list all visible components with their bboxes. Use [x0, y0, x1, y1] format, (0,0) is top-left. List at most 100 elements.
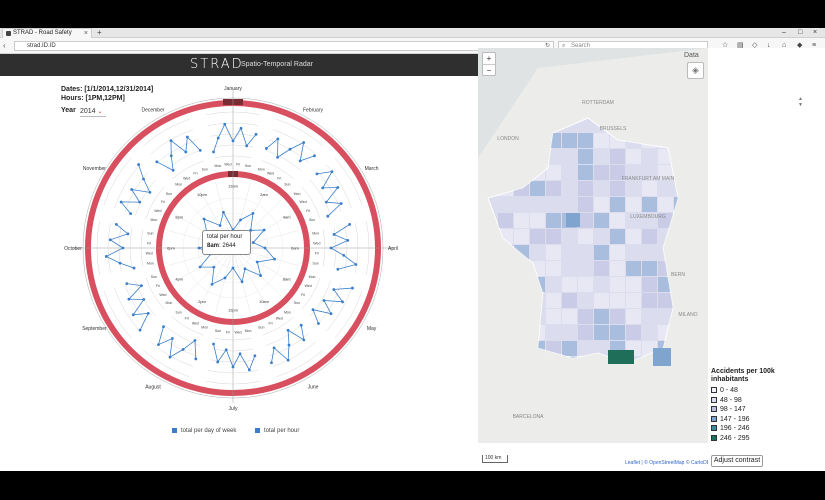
hour-point	[239, 218, 242, 222]
weekday-point	[169, 154, 173, 158]
hour-label: 4am	[283, 215, 291, 220]
weekday-point	[162, 325, 165, 329]
department-region	[578, 341, 593, 356]
weekday-point	[336, 186, 340, 189]
weekday-label: Fri	[306, 209, 310, 213]
department-region	[578, 309, 593, 324]
weekday-label: Mon	[147, 262, 154, 266]
department-region	[594, 245, 609, 260]
weekday-label: Mon	[312, 231, 319, 235]
weekday-label: Mon	[175, 182, 182, 186]
minimize-icon[interactable]: –	[782, 28, 786, 37]
department-region	[642, 149, 657, 164]
city-label: LONDON	[497, 136, 519, 142]
department-region	[626, 149, 641, 164]
hour-spoke	[215, 247, 234, 314]
weekday-point	[245, 144, 249, 148]
hour-point	[197, 246, 201, 250]
weekday-point	[181, 348, 185, 351]
department-region	[594, 165, 609, 180]
weekday-point	[126, 232, 130, 236]
url-field[interactable]: strad.ID.ID	[14, 41, 554, 51]
map-canvas[interactable]: LONDON ROTTERDAM BRUSSELS FRANKFURT AM MAIN…	[478, 48, 708, 443]
weekday-point	[326, 214, 330, 218]
sector-gridline	[310, 179, 331, 216]
hour-label: 6am	[291, 246, 299, 251]
weekday-label: Sun	[313, 262, 319, 266]
weekday-point	[131, 313, 135, 317]
zoom-in-button[interactable]: +	[483, 53, 495, 65]
legend-per-hour: total per hour	[255, 428, 299, 434]
department-region	[642, 277, 657, 292]
city-label: BERN	[671, 272, 685, 278]
weekday-point	[212, 150, 215, 154]
hour-tooltip: total per hour 8am: 2644	[202, 230, 251, 255]
weekday-label: Wed	[234, 330, 241, 334]
hour-point	[243, 267, 247, 271]
department-region	[530, 245, 545, 260]
sector-gridline	[272, 129, 316, 155]
url-text: strad.ID.ID	[27, 43, 56, 49]
legend-swatch	[711, 387, 717, 394]
department-region	[610, 197, 625, 212]
legend-range-label: 196 - 246	[720, 425, 750, 432]
scroll-arrows-icon[interactable]: ▲ ▼	[798, 96, 803, 110]
choropleth-map[interactable]: LONDON ROTTERDAM BRUSSELS FRANKFURT AM MAIN…	[478, 48, 708, 443]
hour-point	[218, 224, 222, 227]
hotspot-region	[566, 213, 580, 227]
weekday-label: Wed	[146, 252, 153, 256]
hour-label: 2am	[260, 192, 268, 197]
city-label: LUXEMBOURG	[630, 214, 666, 220]
department-region	[530, 181, 545, 196]
department-region	[658, 181, 673, 196]
department-region	[498, 197, 513, 212]
new-tab-icon[interactable]: +	[97, 28, 102, 37]
legend-range-2: 98 - 147	[711, 406, 746, 414]
department-region	[610, 293, 625, 308]
hour-point	[210, 282, 214, 286]
weekday-label: Sun	[284, 182, 290, 186]
weekday-label: Mon	[201, 326, 208, 330]
map-scale: 100 km	[482, 455, 508, 463]
legend-range-label: 48 - 98	[720, 396, 742, 404]
map-data-label: Data	[684, 52, 699, 59]
weekday-label: Wed	[267, 171, 274, 175]
hour-label: 10pm	[197, 192, 208, 197]
weekday-label: Sun	[147, 231, 153, 235]
hour-spoke	[198, 247, 234, 307]
department-region	[642, 197, 657, 212]
weekday-point	[108, 238, 112, 242]
tooltip-title: total per hour	[207, 234, 243, 240]
back-icon[interactable]: ‹	[3, 41, 6, 51]
tab-bar: STRAD - Road Safety × + – □ ×	[0, 28, 825, 38]
legend-range-0: 0 - 48	[711, 387, 738, 395]
adjust-contrast-button[interactable]: Adjust contrast	[711, 455, 763, 467]
weekday-point	[311, 308, 315, 312]
legend-hour-text: total per hour	[264, 428, 300, 435]
department-region	[546, 197, 561, 212]
close-tab-icon[interactable]: ×	[84, 29, 88, 38]
window-close-icon[interactable]: ×	[813, 28, 817, 37]
city-label: BARCELONA	[513, 414, 545, 420]
weekday-label: Mon	[215, 164, 222, 168]
department-region	[546, 261, 561, 276]
weekday-point	[276, 137, 280, 141]
sector-gridline	[326, 287, 352, 331]
layers-icon[interactable]: ◈	[687, 62, 704, 79]
hour-point	[240, 280, 244, 284]
department-region	[658, 197, 673, 212]
weekday-point	[146, 311, 150, 315]
browser-tab[interactable]: STRAD - Road Safety ×	[2, 28, 92, 38]
legend-range-label: 147 - 196	[720, 415, 750, 423]
department-region	[626, 325, 641, 340]
department-region	[562, 325, 577, 340]
map-attribution[interactable]: Leaflet | © OpenStreetMap © CartoDB	[623, 459, 708, 467]
weekday-point	[286, 358, 290, 362]
sector-gridline	[318, 284, 342, 324]
zoom-out-button[interactable]: −	[483, 65, 495, 77]
department-region	[562, 261, 577, 276]
weekday-label: Sun	[294, 301, 300, 305]
maximize-icon[interactable]: □	[798, 28, 802, 37]
weekday-label: Mon	[166, 301, 173, 305]
weekday-point	[354, 263, 358, 266]
